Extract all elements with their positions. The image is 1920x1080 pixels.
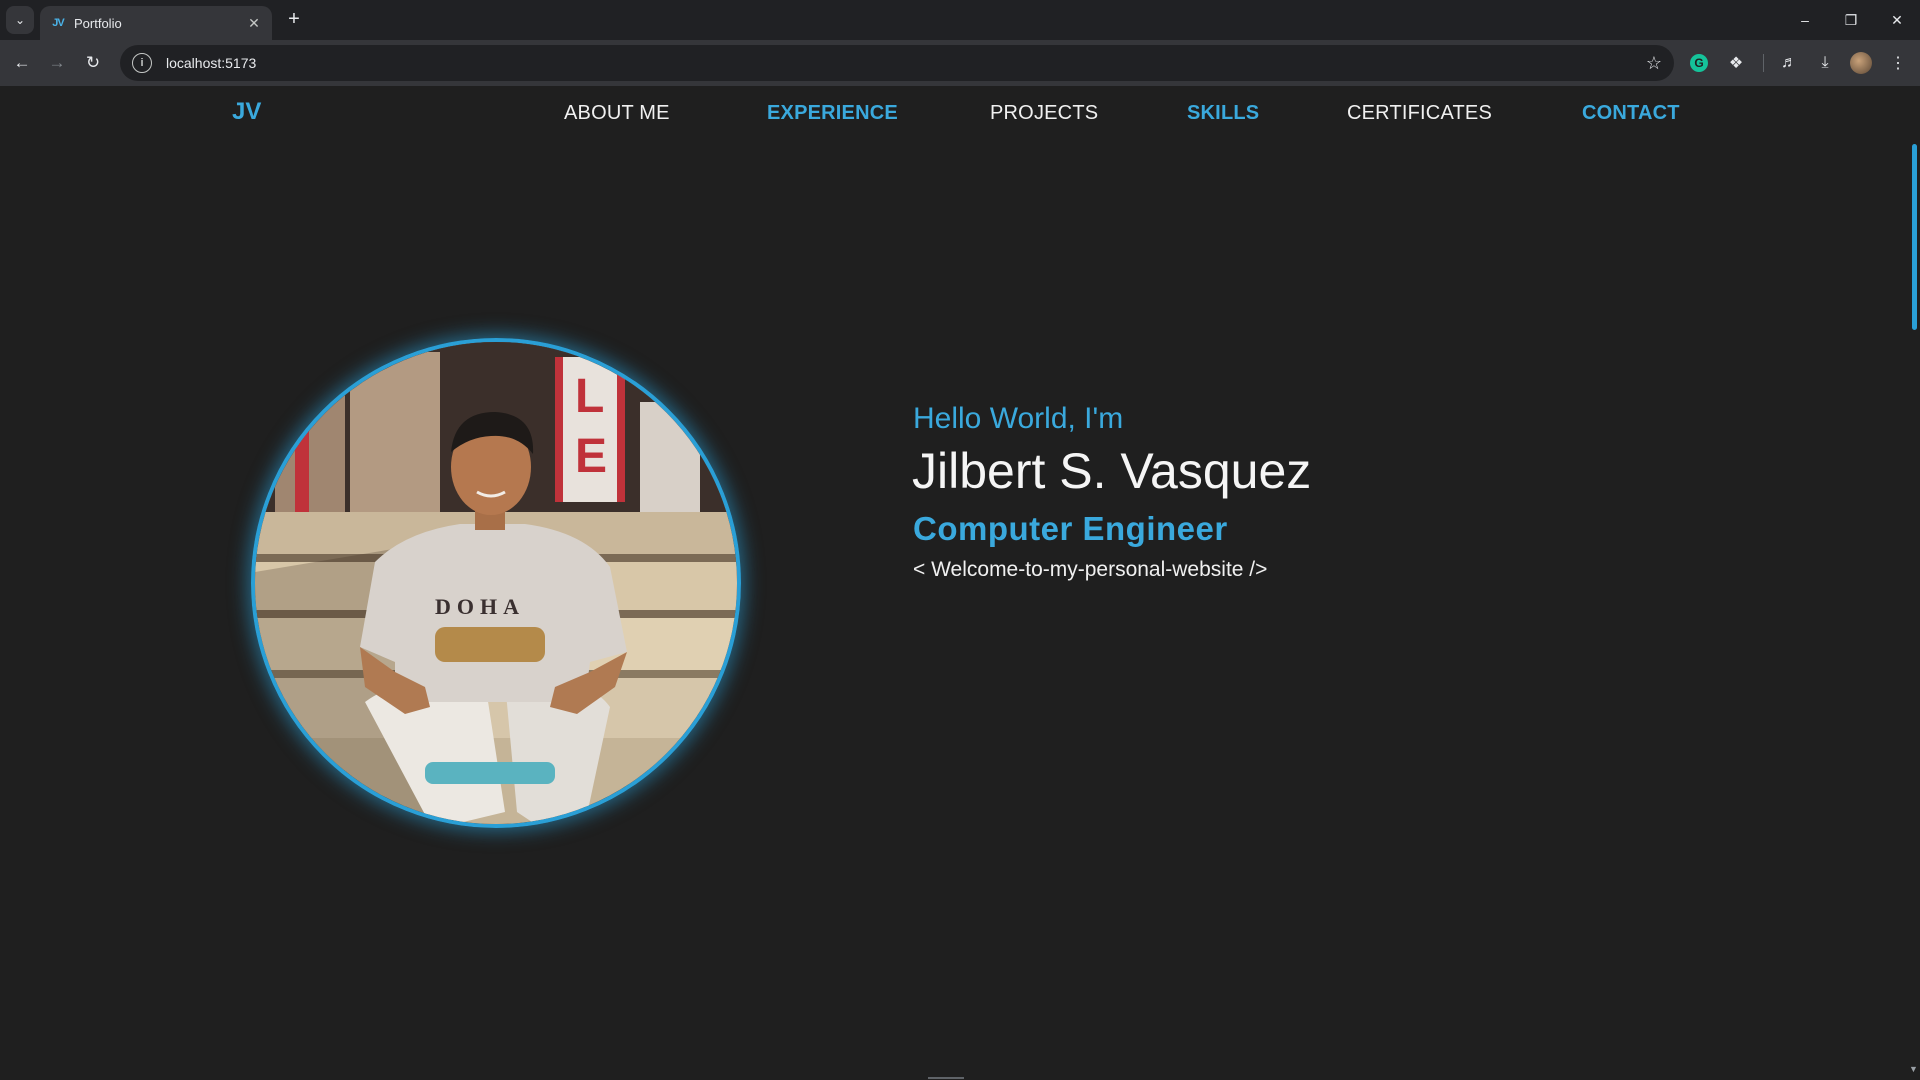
close-icon: ✕ (1891, 12, 1903, 28)
svg-text:L: L (575, 370, 604, 423)
nav-skills[interactable]: SKILLS (1187, 102, 1259, 125)
tab-list-button[interactable]: ⌄ (6, 6, 34, 34)
site-navbar: JV ABOUT ME EXPERIENCE PROJECTS SKILLS C… (0, 86, 1920, 144)
browser-toolbar: ← → ↻ i localhost:5173 ☆ G ❖ ♬ ⤓ ⋮ (0, 40, 1920, 86)
browser-tab[interactable]: JV Portfolio ✕ (40, 6, 272, 40)
profile-button[interactable] (1849, 51, 1873, 75)
star-icon[interactable]: ☆ (1634, 53, 1674, 74)
hero-role: Computer Engineer (913, 510, 1228, 547)
address-bar[interactable]: i localhost:5173 ☆ (120, 45, 1674, 81)
chevron-down-icon: ⌄ (14, 13, 26, 27)
restore-button[interactable]: ❐ (1836, 8, 1866, 32)
media-button[interactable]: ♬ (1777, 51, 1801, 75)
grammarly-button[interactable]: G (1687, 51, 1711, 75)
browser-tabstrip: ⌄ JV Portfolio ✕ + – ❐ ✕ (0, 0, 1920, 40)
bottom-indicator (928, 1077, 964, 1079)
toolbar-divider (1763, 54, 1764, 72)
scrollbar-thumb[interactable] (1912, 144, 1917, 330)
forward-button[interactable]: → (43, 49, 71, 77)
restore-icon: ❐ (1844, 12, 1858, 28)
page-viewport: JV ABOUT ME EXPERIENCE PROJECTS SKILLS C… (0, 86, 1920, 1080)
close-window-button[interactable]: ✕ (1882, 8, 1912, 32)
nav-about-me[interactable]: ABOUT ME (564, 102, 670, 125)
nav-experience[interactable]: EXPERIENCE (767, 102, 898, 125)
tab-favicon: JV (52, 17, 64, 29)
minimize-button[interactable]: – (1790, 8, 1820, 32)
svg-text:DOHA: DOHA (435, 594, 525, 619)
avatar-icon (1850, 52, 1872, 74)
profile-photo-illustration: L E DOHA (255, 342, 737, 824)
site-logo[interactable]: JV (232, 98, 261, 126)
grammarly-icon: G (1690, 54, 1708, 72)
nav-certificates[interactable]: CERTIFICATES (1347, 102, 1492, 125)
close-icon[interactable]: ✕ (246, 15, 262, 32)
profile-photo: L E DOHA (251, 338, 741, 828)
puzzle-icon: ❖ (1728, 55, 1744, 72)
tab-title: Portfolio (74, 15, 122, 31)
queue-music-icon: ♬ (1781, 54, 1797, 71)
back-button[interactable]: ← (8, 49, 36, 77)
info-icon[interactable]: i (132, 53, 152, 73)
scroll-down-icon[interactable]: ▼ (1909, 1064, 1918, 1074)
hero-greeting: Hello World, I'm (913, 402, 1124, 435)
more-vert-icon: ⋮ (1890, 55, 1906, 72)
arrow-right-icon: → (48, 53, 66, 72)
hero-name: Jilbert S. Vasquez (912, 443, 1312, 499)
nav-contact[interactable]: CONTACT (1582, 102, 1680, 125)
downloads-button[interactable]: ⤓ (1813, 51, 1837, 75)
svg-text:E: E (575, 430, 607, 483)
reload-icon: ↻ (85, 53, 101, 72)
plus-icon: + (288, 8, 300, 30)
nav-projects[interactable]: PROJECTS (990, 102, 1098, 125)
url-text[interactable]: localhost:5173 (166, 55, 1634, 71)
extensions-button[interactable]: ❖ (1724, 51, 1748, 75)
reload-button[interactable]: ↻ (79, 49, 107, 77)
new-tab-button[interactable]: + (282, 8, 306, 32)
hero-tagline: < Welcome-to-my-personal-website /> (913, 558, 1268, 581)
arrow-left-icon: ← (13, 53, 31, 72)
minimize-icon: – (1801, 12, 1809, 28)
menu-button[interactable]: ⋮ (1886, 51, 1910, 75)
download-icon: ⤓ (1821, 54, 1829, 71)
